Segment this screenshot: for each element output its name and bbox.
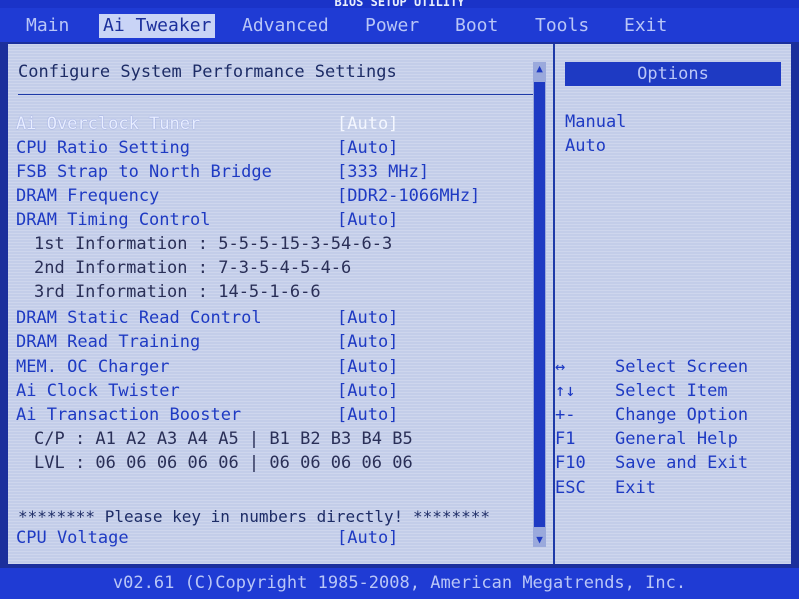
tab-power[interactable]: Power [361,14,423,38]
level-row: LVL : 06 06 06 06 06 | 06 06 06 06 06 [0,452,520,474]
setting-value[interactable]: [Auto] [337,307,398,329]
options-header: Options [565,62,781,86]
heading-divider [18,94,538,95]
tab-boot[interactable]: Boot [451,14,502,38]
setting-label: CPU Ratio Setting [16,138,190,158]
setting-label: DRAM Static Read Control [16,308,262,328]
timing-info-1st: 1st Information : 5-5-5-15-3-54-6-3 [0,233,520,255]
bios-screen: BIOS SETUP UTILITY Main Ai Tweaker Advan… [0,0,799,599]
key-description: Select Screen [615,357,749,377]
setting-label: Ai Transaction Booster [16,405,242,425]
setting-value[interactable]: [Auto] [337,380,398,402]
menu-bar: Main Ai Tweaker Advanced Power Boot Tool… [0,8,799,42]
timing-info-2nd: 2nd Information : 7-3-5-4-5-4-6 [0,257,520,279]
setting-fsb-strap[interactable]: FSB Strap to North Bridge [333 MHz] [0,161,520,183]
setting-value[interactable]: [DDR2-1066MHz] [337,185,480,207]
setting-mem-oc-charger[interactable]: MEM. OC Charger [Auto] [0,356,520,378]
key-description: Change Option [615,405,749,425]
key-description: Save and Exit [615,453,749,473]
option-item[interactable]: Auto [565,136,606,156]
setting-label: DRAM Frequency [16,186,160,206]
setting-dram-static-read-control[interactable]: DRAM Static Read Control [Auto] [0,307,520,329]
setting-cpu-voltage[interactable]: CPU Voltage [Auto] [0,527,520,549]
option-item[interactable]: Manual [565,112,626,132]
setting-label: CPU Voltage [16,528,129,548]
info-text: 2nd Information : 7-3-5-4-5-4-6 [34,258,352,278]
key-label: +- [555,405,576,425]
setting-value[interactable]: [Auto] [337,404,398,426]
setting-ai-clock-twister[interactable]: Ai Clock Twister [Auto] [0,380,520,402]
setting-ai-overclock-tuner[interactable]: Ai Overclock Tuner [Auto] [0,113,520,135]
setting-dram-frequency[interactable]: DRAM Frequency [DDR2-1066MHz] [0,185,520,207]
key-description: General Help [615,429,738,449]
setting-ai-transaction-booster[interactable]: Ai Transaction Booster [Auto] [0,404,520,426]
setting-label: DRAM Timing Control [16,210,211,230]
timing-info-3rd: 3rd Information : 14-5-1-6-6 [0,281,520,303]
setting-value[interactable]: [Auto] [337,356,398,378]
setting-label: Ai Overclock Tuner [16,114,201,134]
tab-main[interactable]: Main [22,14,73,38]
setting-value[interactable]: [333 MHz] [337,161,429,183]
setting-label: FSB Strap to North Bridge [16,162,272,182]
key-label: ↑↓ [555,381,576,401]
setting-dram-read-training[interactable]: DRAM Read Training [Auto] [0,331,520,353]
key-label: ESC [555,478,586,498]
info-text: 1st Information : 5-5-5-15-3-54-6-3 [34,234,393,254]
page-title: Configure System Performance Settings [18,62,397,82]
tab-exit[interactable]: Exit [620,14,671,38]
scroll-up-icon[interactable]: ▲ [533,62,546,76]
key-label: F1 [555,429,576,449]
setting-value[interactable]: [Auto] [337,113,398,135]
tab-advanced[interactable]: Advanced [238,14,333,38]
scrollbar[interactable]: ▲ ▼ [533,62,546,547]
setting-label: Ai Clock Twister [16,381,180,401]
setting-label: DRAM Read Training [16,332,201,352]
tab-ai-tweaker[interactable]: Ai Tweaker [99,14,216,38]
info-text: 3rd Information : 14-5-1-6-6 [34,282,321,302]
scroll-thumb[interactable] [534,82,545,527]
scroll-down-icon[interactable]: ▼ [533,533,546,547]
key-label: ↔ [555,357,566,377]
tab-tools[interactable]: Tools [531,14,593,38]
channel-pair-text: C/P : A1 A2 A3 A4 A5 | B1 B2 B3 B4 B5 [34,429,413,449]
setting-cpu-ratio[interactable]: CPU Ratio Setting [Auto] [0,137,520,159]
key-description: Select Item [615,381,728,401]
setting-value[interactable]: [Auto] [337,527,398,549]
setting-label: MEM. OC Charger [16,357,170,377]
setting-value[interactable]: [Auto] [337,331,398,353]
setting-value[interactable]: [Auto] [337,209,398,231]
notice-text: ******** Please key in numbers directly!… [18,507,491,526]
setting-value[interactable]: [Auto] [337,137,398,159]
copyright-footer: v02.61 (C)Copyright 1985-2008, American … [0,568,799,599]
channel-pair-row: C/P : A1 A2 A3 A4 A5 | B1 B2 B3 B4 B5 [0,428,520,450]
level-text: LVL : 06 06 06 06 06 | 06 06 06 06 06 [34,453,413,473]
key-label: F10 [555,453,586,473]
key-description: Exit [615,478,656,498]
setting-dram-timing-control[interactable]: DRAM Timing Control [Auto] [0,209,520,231]
